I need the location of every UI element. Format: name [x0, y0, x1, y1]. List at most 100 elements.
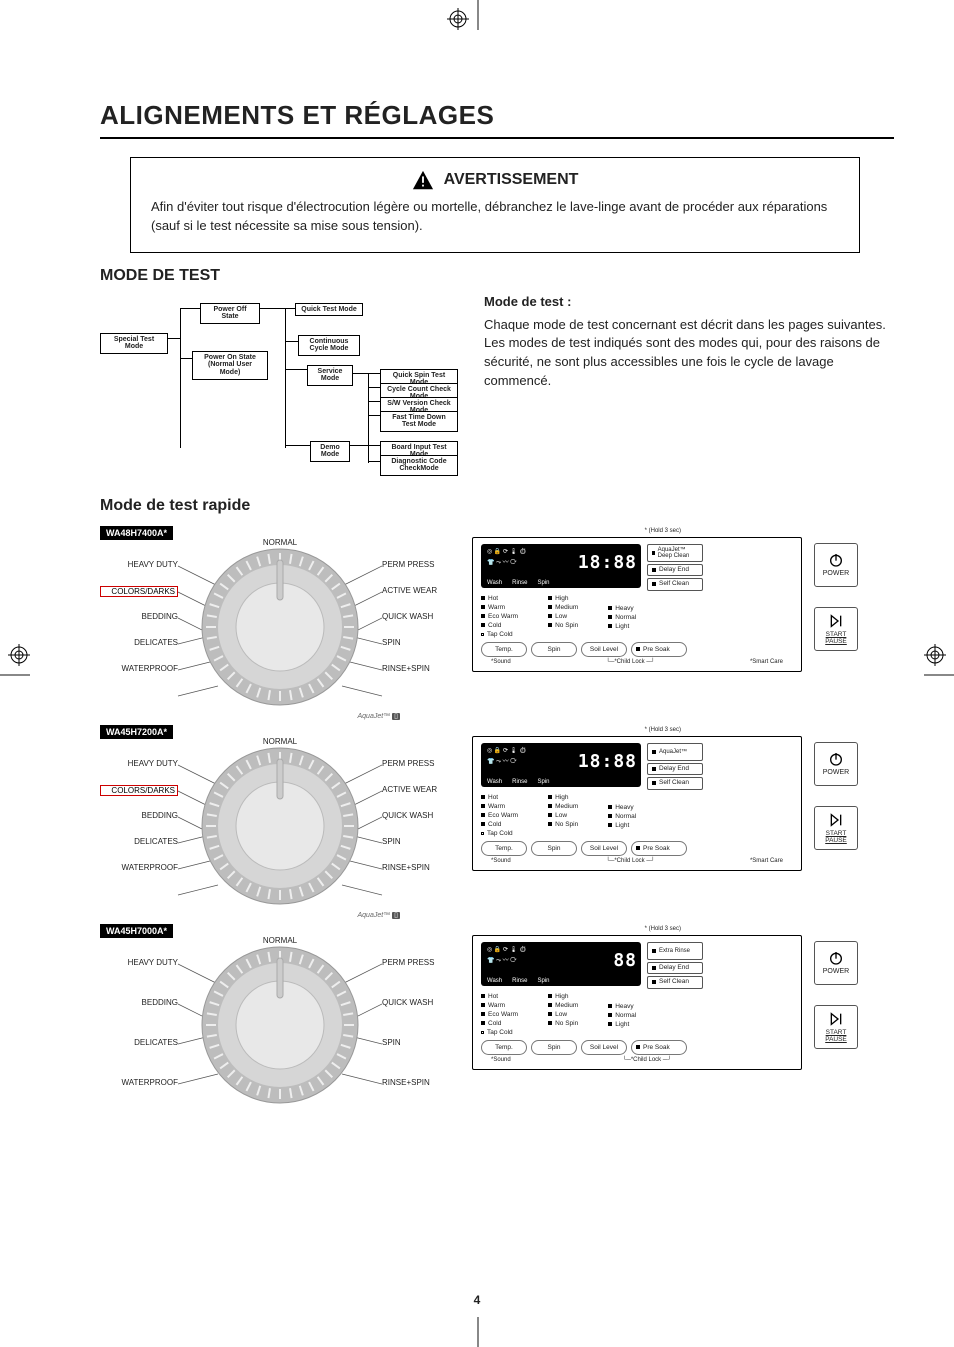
control-footer: *Sound└─*Child Lock ─┘*Smart Care	[481, 659, 793, 665]
aquajet-label: AquaJet™ ▯	[358, 911, 401, 919]
start-pause-button[interactable]: STARTPAUSE	[814, 607, 858, 651]
control-panel: * (Hold 3 sec) ◎ 🔒 ⟳ 🌡 ⏱ 👕 ⤳ 〰 ⟳ 88 Wash…	[472, 935, 802, 1070]
pill-button[interactable]: Soil Level	[581, 642, 627, 657]
pill-button[interactable]: Spin	[531, 642, 577, 657]
segment-display: 18:88	[578, 751, 637, 772]
power-button[interactable]: POWER	[814, 543, 858, 587]
dial-label: DELICATES	[100, 837, 178, 846]
power-button[interactable]: POWER	[814, 742, 858, 786]
fc-special: Special Test Mode	[100, 333, 168, 354]
dial-label: BEDDING	[100, 811, 178, 820]
dial-label-normal: NORMAL	[263, 737, 297, 746]
temp-options: HotWarmEco WarmCold Tap Cold	[481, 794, 518, 837]
right-buttons: POWER STARTPAUSE	[814, 543, 858, 651]
side-button-self-clean[interactable]: Self Clean	[647, 976, 703, 989]
dial-label: ACTIVE WEAR	[382, 785, 437, 794]
hold-note: * (Hold 3 sec)	[645, 926, 681, 932]
control-panel: * (Hold 3 sec) ◎ 🔒 ⟳ 🌡 ⏱ 👕 ⤳ 〰 ⟳ 18:88 W…	[472, 537, 802, 672]
model-tag: WA45H7200A*	[100, 725, 173, 739]
spin-options: HighMediumLowNo Spin	[548, 993, 578, 1036]
presoak-button[interactable]: Pre Soak	[631, 642, 687, 657]
side-button-self-clean[interactable]: Self Clean	[647, 777, 703, 790]
dial-label: DELICATES	[100, 638, 178, 647]
fc-sub-3: Fast Time Down Test Mode	[380, 411, 458, 432]
start-pause-button[interactable]: STARTPAUSE	[814, 1005, 858, 1049]
dial-label: BEDDING	[100, 998, 178, 1007]
cycle-dial[interactable]	[195, 741, 365, 911]
presoak-button[interactable]: Pre Soak	[631, 841, 687, 856]
model-panel-row: WA48H7400A* NORMALHEAVY DUTYCOLORS/DARKS…	[100, 523, 894, 718]
spin-options: HighMediumLowNo Spin	[548, 595, 578, 638]
dial-label: QUICK WASH	[382, 811, 433, 820]
dial-label: SPIN	[382, 837, 401, 846]
registration-mark-icon	[924, 644, 946, 666]
page-number: 4	[474, 1293, 481, 1307]
wash-rinse-spin-labels: WashRinseSpin	[487, 779, 549, 785]
side-button-0[interactable]: Extra Rinse	[647, 942, 703, 960]
warning-icon	[412, 170, 434, 190]
right-buttons: POWER STARTPAUSE	[814, 941, 858, 1049]
display: ◎ 🔒 ⟳ 🌡 ⏱ 👕 ⤳ 〰 ⟳ 18:88 WashRinseSpin	[481, 544, 641, 588]
pill-button[interactable]: Soil Level	[581, 1040, 627, 1055]
fc-continuous: Continuous Cycle Mode	[298, 335, 360, 356]
control-footer: *Sound└─*Child Lock ─┘*Smart Care	[481, 858, 793, 864]
side-button-delay[interactable]: Delay End	[647, 564, 703, 577]
side-button-delay[interactable]: Delay End	[647, 962, 703, 975]
soil-options: HeavyNormalLight	[608, 804, 636, 837]
dial-label: HEAVY DUTY	[100, 759, 178, 768]
dial-label: BEDDING	[100, 612, 178, 621]
model-tag: WA45H7000A*	[100, 924, 173, 938]
power-button[interactable]: POWER	[814, 941, 858, 985]
crop-mark	[924, 674, 954, 676]
segment-display: 18:88	[578, 552, 637, 573]
pill-button[interactable]: Temp.	[481, 1040, 527, 1055]
pill-button[interactable]: Temp.	[481, 841, 527, 856]
dial-label: HEAVY DUTY	[100, 958, 178, 967]
warning-text: Afin d'éviter tout risque d'électrocutio…	[151, 198, 839, 236]
segment-display: 88	[613, 950, 637, 971]
dial-label: ACTIVE WEAR	[382, 586, 437, 595]
right-buttons: POWER STARTPAUSE	[814, 742, 858, 850]
registration-mark-icon	[447, 8, 469, 30]
pill-button[interactable]: Temp.	[481, 642, 527, 657]
pill-button[interactable]: Soil Level	[581, 841, 627, 856]
crop-mark	[477, 1317, 479, 1347]
wash-rinse-spin-labels: WashRinseSpin	[487, 978, 549, 984]
dial-label: WATERPROOF	[100, 664, 178, 673]
dial-label: RINSE+SPIN	[382, 664, 430, 673]
dial-label: WATERPROOF	[100, 1078, 178, 1087]
crop-mark	[0, 674, 30, 676]
dial-label: WATERPROOF	[100, 863, 178, 872]
pill-button[interactable]: Spin	[531, 1040, 577, 1055]
model-panel-row: WA45H7000A* NORMAL HEAVY DUTY BEDDING DELIC…	[100, 921, 894, 1116]
dial-label: COLORS/DARKS	[100, 785, 178, 796]
cycle-dial[interactable]	[195, 940, 365, 1110]
side-button-0[interactable]: AquaJet™ Deep Clean	[647, 544, 703, 562]
dial-label: RINSE+SPIN	[382, 863, 430, 872]
cycle-dial[interactable]	[195, 542, 365, 712]
dial-label: COLORS/DARKS	[100, 586, 178, 597]
dial-label: QUICK WASH	[382, 612, 433, 621]
side-button-0[interactable]: AquaJet™	[647, 743, 703, 761]
registration-mark-icon	[8, 644, 30, 666]
display: ◎ 🔒 ⟳ 🌡 ⏱ 👕 ⤳ 〰 ⟳ 18:88 WashRinseSpin	[481, 743, 641, 787]
dial-label: SPIN	[382, 1038, 401, 1047]
dial-section: WA45H7000A* NORMAL HEAVY DUTY BEDDING DELIC…	[100, 921, 460, 1116]
divider	[100, 137, 894, 139]
dial-label-normal: NORMAL	[263, 936, 297, 945]
dial-label: HEAVY DUTY	[100, 560, 178, 569]
pill-button[interactable]: Spin	[531, 841, 577, 856]
hold-note: * (Hold 3 sec)	[645, 528, 681, 534]
dial-label-normal: NORMAL	[263, 538, 297, 547]
dial-section: WA45H7200A* NORMAL HEAVY DUTY COLORS/DARKS…	[100, 722, 460, 917]
dial-label: SPIN	[382, 638, 401, 647]
start-pause-button[interactable]: STARTPAUSE	[814, 806, 858, 850]
dial-label: DELICATES	[100, 1038, 178, 1047]
fc-service: Service Mode	[307, 365, 353, 386]
presoak-button[interactable]: Pre Soak	[631, 1040, 687, 1055]
side-button-self-clean[interactable]: Self Clean	[647, 578, 703, 591]
fc-demo: Demo Mode	[310, 441, 350, 462]
dial-label: PERM PRESS	[382, 560, 434, 569]
side-button-delay[interactable]: Delay End	[647, 763, 703, 776]
soil-options: HeavyNormalLight	[608, 1003, 636, 1036]
